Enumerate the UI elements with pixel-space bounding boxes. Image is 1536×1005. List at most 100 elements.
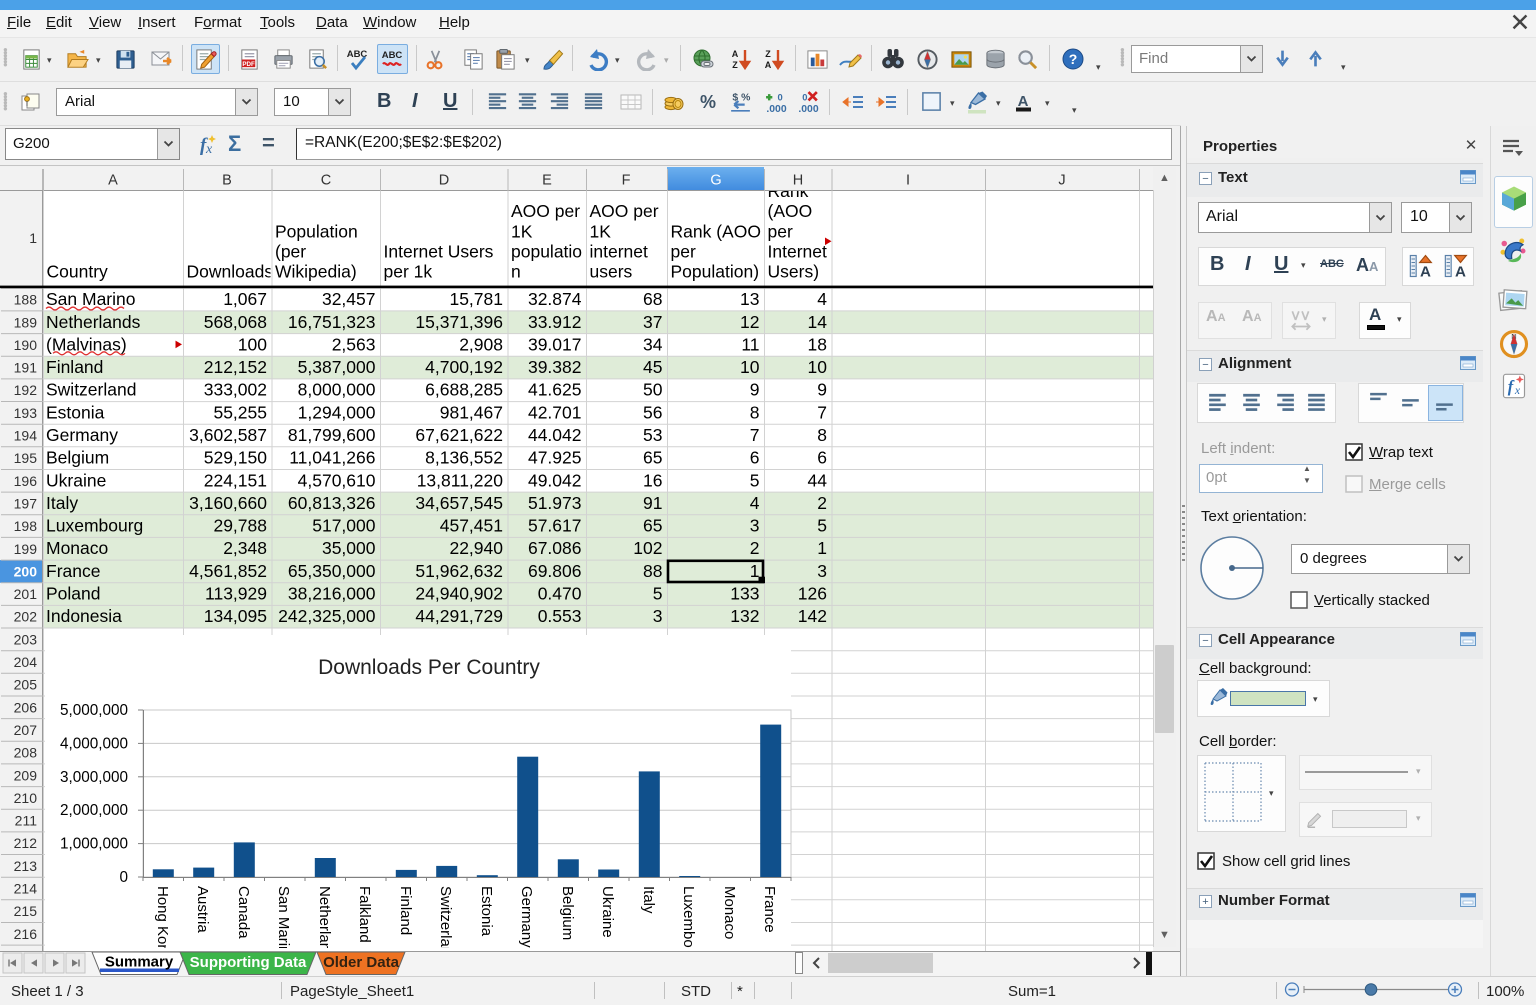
svg-text:Poland: Poland bbox=[46, 584, 101, 604]
svg-text:51,962,632: 51,962,632 bbox=[415, 561, 503, 581]
svg-text:internet: internet bbox=[590, 242, 649, 262]
svg-text:2: 2 bbox=[817, 493, 827, 513]
svg-text:Summary: Summary bbox=[105, 954, 174, 971]
svg-text:D: D bbox=[439, 173, 449, 189]
svg-text:201: 201 bbox=[14, 586, 38, 602]
svg-text:1,000,000: 1,000,000 bbox=[60, 836, 128, 853]
svg-text:13,811,220: 13,811,220 bbox=[417, 470, 504, 490]
svg-text:+: + bbox=[1202, 896, 1208, 908]
svg-text:(per: (per bbox=[275, 242, 306, 262]
svg-text:333,002: 333,002 bbox=[204, 380, 267, 400]
svg-text:65,350,000: 65,350,000 bbox=[288, 561, 376, 581]
svg-text:51.973: 51.973 bbox=[528, 493, 582, 513]
svg-text:517,000: 517,000 bbox=[312, 516, 376, 536]
svg-text:194: 194 bbox=[14, 428, 38, 444]
svg-text:?: ? bbox=[1069, 51, 1078, 67]
svg-text:per: per bbox=[671, 242, 696, 262]
svg-text:x: x bbox=[1514, 384, 1521, 397]
svg-text:4,000,000: 4,000,000 bbox=[60, 735, 128, 752]
svg-text:0.553: 0.553 bbox=[538, 606, 582, 626]
svg-text:Indonesia: Indonesia bbox=[46, 606, 122, 626]
svg-text:Falkland Islands: Falkland Islands bbox=[356, 886, 373, 951]
svg-text:Country: Country bbox=[47, 262, 109, 282]
svg-text:1: 1 bbox=[750, 561, 760, 581]
svg-text:Hong Kong: Hong Kong bbox=[154, 886, 171, 951]
svg-text:981,467: 981,467 bbox=[440, 402, 503, 422]
svg-text:−: − bbox=[1202, 359, 1208, 371]
svg-text:568,068: 568,068 bbox=[204, 312, 267, 332]
svg-text:San Marino: San Marino bbox=[46, 289, 136, 309]
svg-text:3: 3 bbox=[653, 606, 663, 626]
svg-text:per 1k: per 1k bbox=[384, 262, 433, 282]
svg-text:81,799,600: 81,799,600 bbox=[288, 425, 376, 445]
svg-text:1K: 1K bbox=[590, 221, 612, 241]
svg-text:47.925: 47.925 bbox=[528, 448, 582, 468]
svg-text:.000: .000 bbox=[798, 104, 818, 115]
svg-text:209: 209 bbox=[14, 767, 38, 783]
svg-text:9: 9 bbox=[817, 380, 827, 400]
svg-text:14: 14 bbox=[808, 312, 828, 332]
svg-text:39.017: 39.017 bbox=[528, 334, 582, 354]
svg-text:15,371,396: 15,371,396 bbox=[415, 312, 503, 332]
svg-text:37: 37 bbox=[643, 312, 662, 332]
svg-text:69.806: 69.806 bbox=[528, 561, 582, 581]
svg-text:8,136,552: 8,136,552 bbox=[425, 448, 503, 468]
svg-text:5,000,000: 5,000,000 bbox=[60, 702, 128, 719]
svg-text:32.874: 32.874 bbox=[528, 289, 582, 309]
svg-text:Population: Population bbox=[275, 221, 358, 241]
svg-text:33.912: 33.912 bbox=[528, 312, 582, 332]
svg-text:France: France bbox=[46, 561, 100, 581]
svg-text:49.042: 49.042 bbox=[528, 470, 582, 490]
svg-text:populatio: populatio bbox=[511, 242, 582, 262]
svg-text:7: 7 bbox=[750, 425, 760, 445]
svg-text:242,325,000: 242,325,000 bbox=[278, 606, 376, 626]
svg-text:42.701: 42.701 bbox=[528, 402, 582, 422]
svg-text:n: n bbox=[511, 262, 521, 282]
svg-text:196: 196 bbox=[14, 473, 38, 489]
svg-text:Older Data: Older Data bbox=[323, 954, 400, 971]
svg-text:H: H bbox=[793, 173, 803, 189]
svg-text:0.470: 0.470 bbox=[538, 584, 582, 604]
svg-text:13: 13 bbox=[740, 289, 759, 309]
svg-text:212,152: 212,152 bbox=[204, 357, 267, 377]
svg-text:191: 191 bbox=[14, 360, 38, 376]
svg-text:188: 188 bbox=[14, 292, 38, 308]
svg-text:205: 205 bbox=[14, 677, 38, 693]
svg-text:91: 91 bbox=[643, 493, 662, 513]
svg-text:B: B bbox=[222, 173, 232, 189]
svg-text:1,294,000: 1,294,000 bbox=[298, 402, 376, 422]
svg-text:88: 88 bbox=[643, 561, 662, 581]
svg-text:203: 203 bbox=[14, 631, 38, 647]
svg-text:Italy: Italy bbox=[640, 886, 657, 914]
svg-text:10: 10 bbox=[740, 357, 760, 377]
svg-text:4,561,852: 4,561,852 bbox=[189, 561, 267, 581]
svg-text:Netherlands: Netherlands bbox=[46, 312, 141, 332]
svg-text:44: 44 bbox=[808, 470, 828, 490]
svg-text:Luxembourg: Luxembourg bbox=[680, 886, 697, 951]
svg-text:4: 4 bbox=[817, 289, 827, 309]
svg-text:Ukraine: Ukraine bbox=[46, 470, 106, 490]
svg-text:1: 1 bbox=[29, 230, 37, 246]
svg-text:Germany: Germany bbox=[518, 886, 535, 948]
svg-text:A: A bbox=[1018, 93, 1029, 110]
svg-text:2,000,000: 2,000,000 bbox=[60, 802, 128, 819]
svg-text:68: 68 bbox=[643, 289, 662, 309]
svg-text:5: 5 bbox=[653, 584, 663, 604]
svg-text:Population): Population) bbox=[671, 262, 760, 282]
svg-text:44.042: 44.042 bbox=[528, 425, 582, 445]
svg-text:102: 102 bbox=[633, 538, 662, 558]
svg-text:A: A bbox=[732, 49, 739, 59]
svg-text:3,602,587: 3,602,587 bbox=[189, 425, 267, 445]
svg-text:Finland: Finland bbox=[397, 886, 414, 935]
svg-text:206: 206 bbox=[14, 699, 38, 715]
svg-text:.000: .000 bbox=[766, 104, 786, 115]
svg-text:224,151: 224,151 bbox=[204, 470, 267, 490]
svg-text:3,160,660: 3,160,660 bbox=[189, 493, 267, 513]
svg-text:57.617: 57.617 bbox=[528, 516, 582, 536]
svg-text:38,216,000: 38,216,000 bbox=[288, 584, 376, 604]
svg-text:4,700,192: 4,700,192 bbox=[425, 357, 503, 377]
svg-text:%: % bbox=[700, 92, 716, 112]
svg-text:Estonia: Estonia bbox=[478, 886, 495, 937]
svg-text:214: 214 bbox=[14, 881, 38, 897]
svg-text:8: 8 bbox=[817, 425, 827, 445]
